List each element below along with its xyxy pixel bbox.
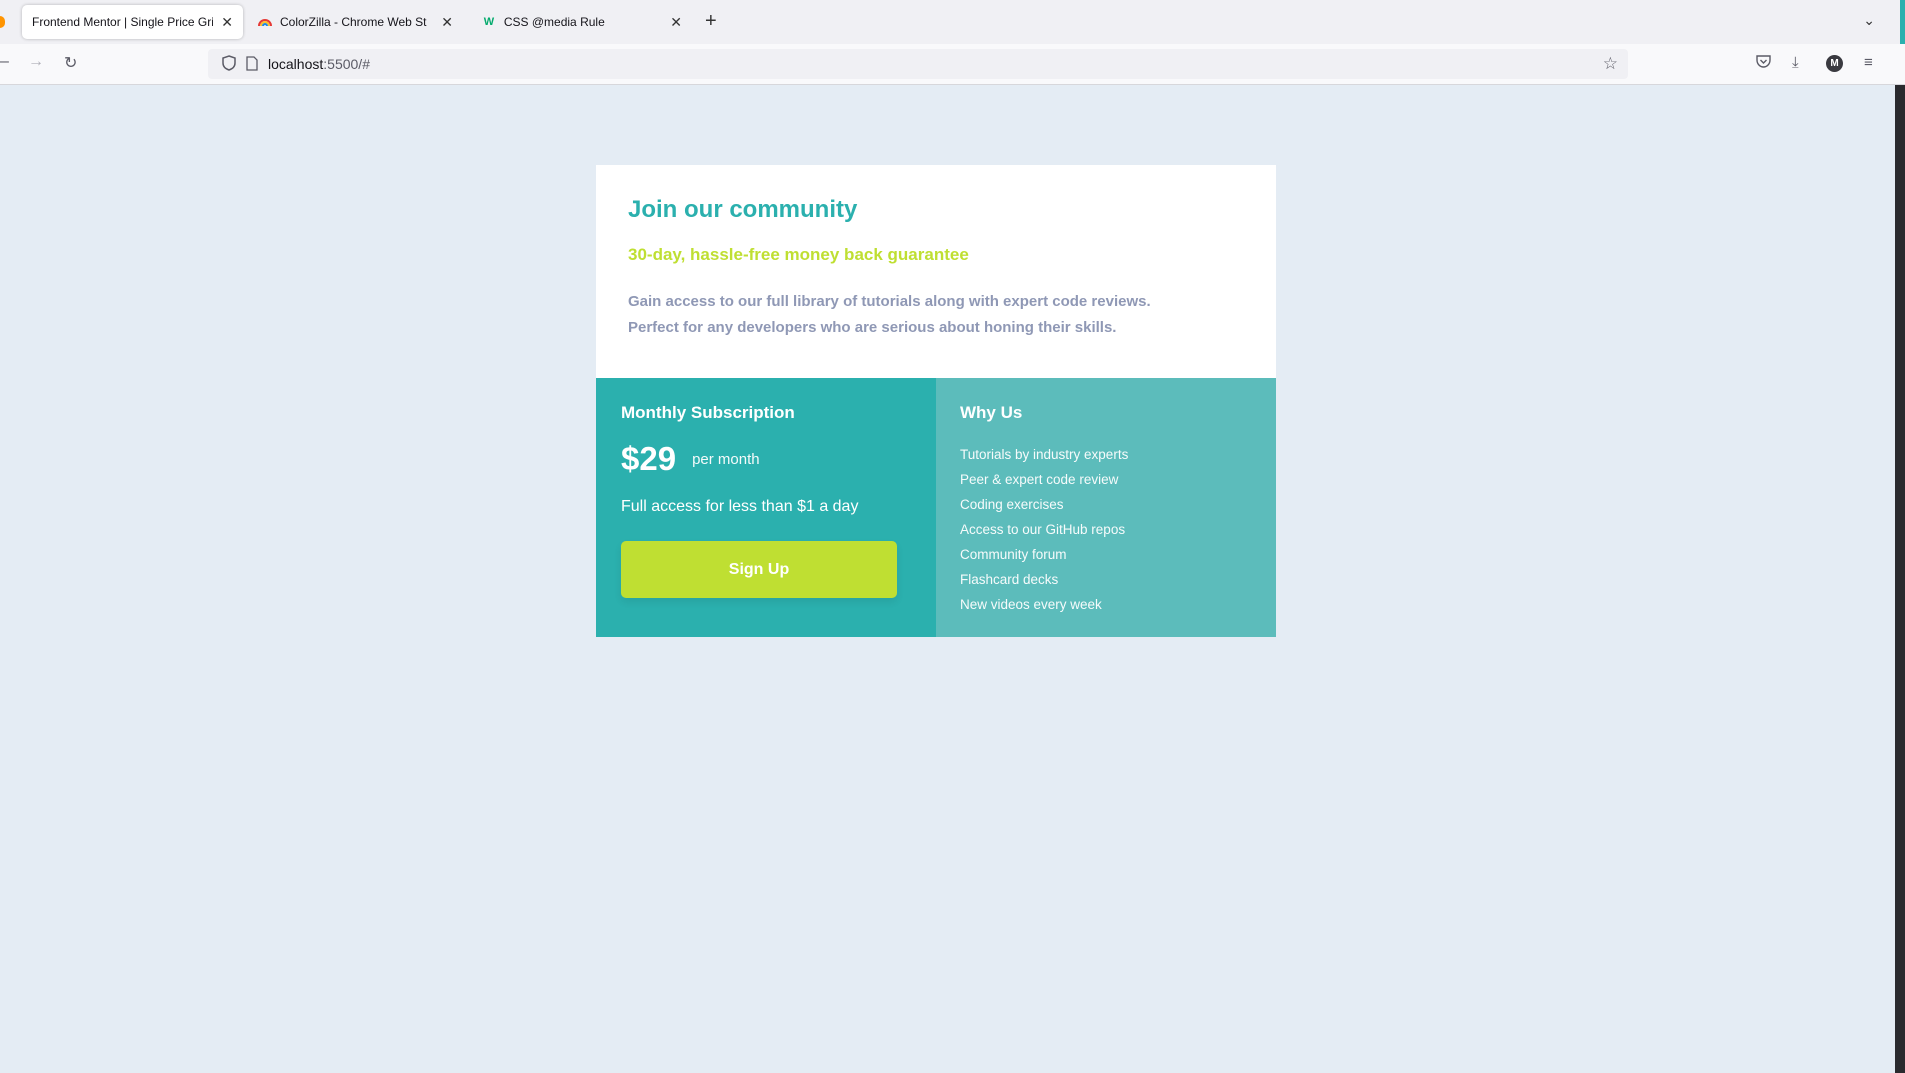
forward-icon[interactable]: → <box>28 53 44 71</box>
pricing-card: Join our community 30-day, hassle-free m… <box>596 165 1276 637</box>
back-icon[interactable]: – <box>0 53 9 71</box>
price-period: per month <box>692 450 760 468</box>
sign-up-button[interactable]: Sign Up <box>621 541 897 598</box>
browser-tab-bar: Frontend Mentor | Single Price Grid ✕ Co… <box>0 0 1905 44</box>
card-bottom-section: Monthly Subscription $29 per month Full … <box>596 378 1276 637</box>
list-item: Peer & expert code review <box>960 472 1119 487</box>
list-item: Flashcard decks <box>960 572 1059 587</box>
tab-colorzilla[interactable]: ColorZilla - Chrome Web Store ✕ <box>248 5 463 39</box>
description-line: Gain access to our full library of tutor… <box>628 293 1151 310</box>
card-title: Join our community <box>628 196 858 223</box>
reload-icon[interactable]: ↻ <box>64 53 77 73</box>
tab-label: Frontend Mentor | Single Price Grid <box>32 15 214 29</box>
price: $29 <box>621 440 677 477</box>
browser-nav-bar: – → ↻ localhost:5500/# ☆ ⤓ M ≡ <box>0 44 1905 85</box>
firefox-icon <box>0 16 5 28</box>
window-edge <box>1900 0 1905 44</box>
why-us-title: Why Us <box>960 403 1023 422</box>
shield-icon[interactable] <box>222 55 236 76</box>
close-icon[interactable]: ✕ <box>221 14 233 31</box>
subscription-panel: Monthly Subscription $29 per month Full … <box>596 378 936 637</box>
list-item: New videos every week <box>960 597 1102 612</box>
close-icon[interactable]: ✕ <box>441 14 453 31</box>
description-line: Perfect for any developers who are serio… <box>628 319 1117 336</box>
new-tab-icon[interactable]: + <box>705 10 717 33</box>
star-icon[interactable]: ☆ <box>1603 54 1618 74</box>
w3schools-icon: W <box>483 16 495 28</box>
close-icon[interactable]: ✕ <box>670 14 682 31</box>
menu-icon[interactable]: ≡ <box>1864 54 1873 71</box>
window-edge <box>1895 85 1905 1073</box>
account-avatar[interactable]: M <box>1826 55 1843 72</box>
url-text[interactable]: localhost:5500/# <box>268 56 370 72</box>
list-item: Community forum <box>960 547 1067 562</box>
rainbow-icon <box>258 15 272 29</box>
chevron-down-icon[interactable]: ⌄ <box>1863 12 1875 29</box>
tab-label: CSS @media Rule <box>503 15 605 29</box>
card-header-section: Join our community 30-day, hassle-free m… <box>596 165 1276 378</box>
access-text: Full access for less than $1 a day <box>621 498 859 515</box>
url-bar[interactable]: localhost:5500/# ☆ <box>208 49 1628 79</box>
download-icon[interactable]: ⤓ <box>1792 54 1799 71</box>
subscription-title: Monthly Subscription <box>621 403 795 422</box>
why-us-list: Tutorials by industry experts Peer & exp… <box>960 442 1252 617</box>
list-item: Access to our GitHub repos <box>960 522 1126 537</box>
list-item: Tutorials by industry experts <box>960 447 1129 462</box>
list-item: Coding exercises <box>960 497 1064 512</box>
card-description: Gain access to our full library of tutor… <box>628 289 1244 341</box>
page-icon <box>246 56 258 76</box>
tab-css-media[interactable]: W CSS @media Rule ✕ <box>472 5 692 39</box>
price-row: $29 per month <box>621 441 911 477</box>
tab-label: ColorZilla - Chrome Web Store <box>280 15 427 29</box>
why-us-panel: Why Us Tutorials by industry experts Pee… <box>936 378 1276 637</box>
card-subtitle: 30-day, hassle-free money back guarantee <box>628 245 969 264</box>
pocket-icon[interactable] <box>1756 54 1771 72</box>
tab-frontend-mentor[interactable]: Frontend Mentor | Single Price Grid ✕ <box>22 5 243 39</box>
